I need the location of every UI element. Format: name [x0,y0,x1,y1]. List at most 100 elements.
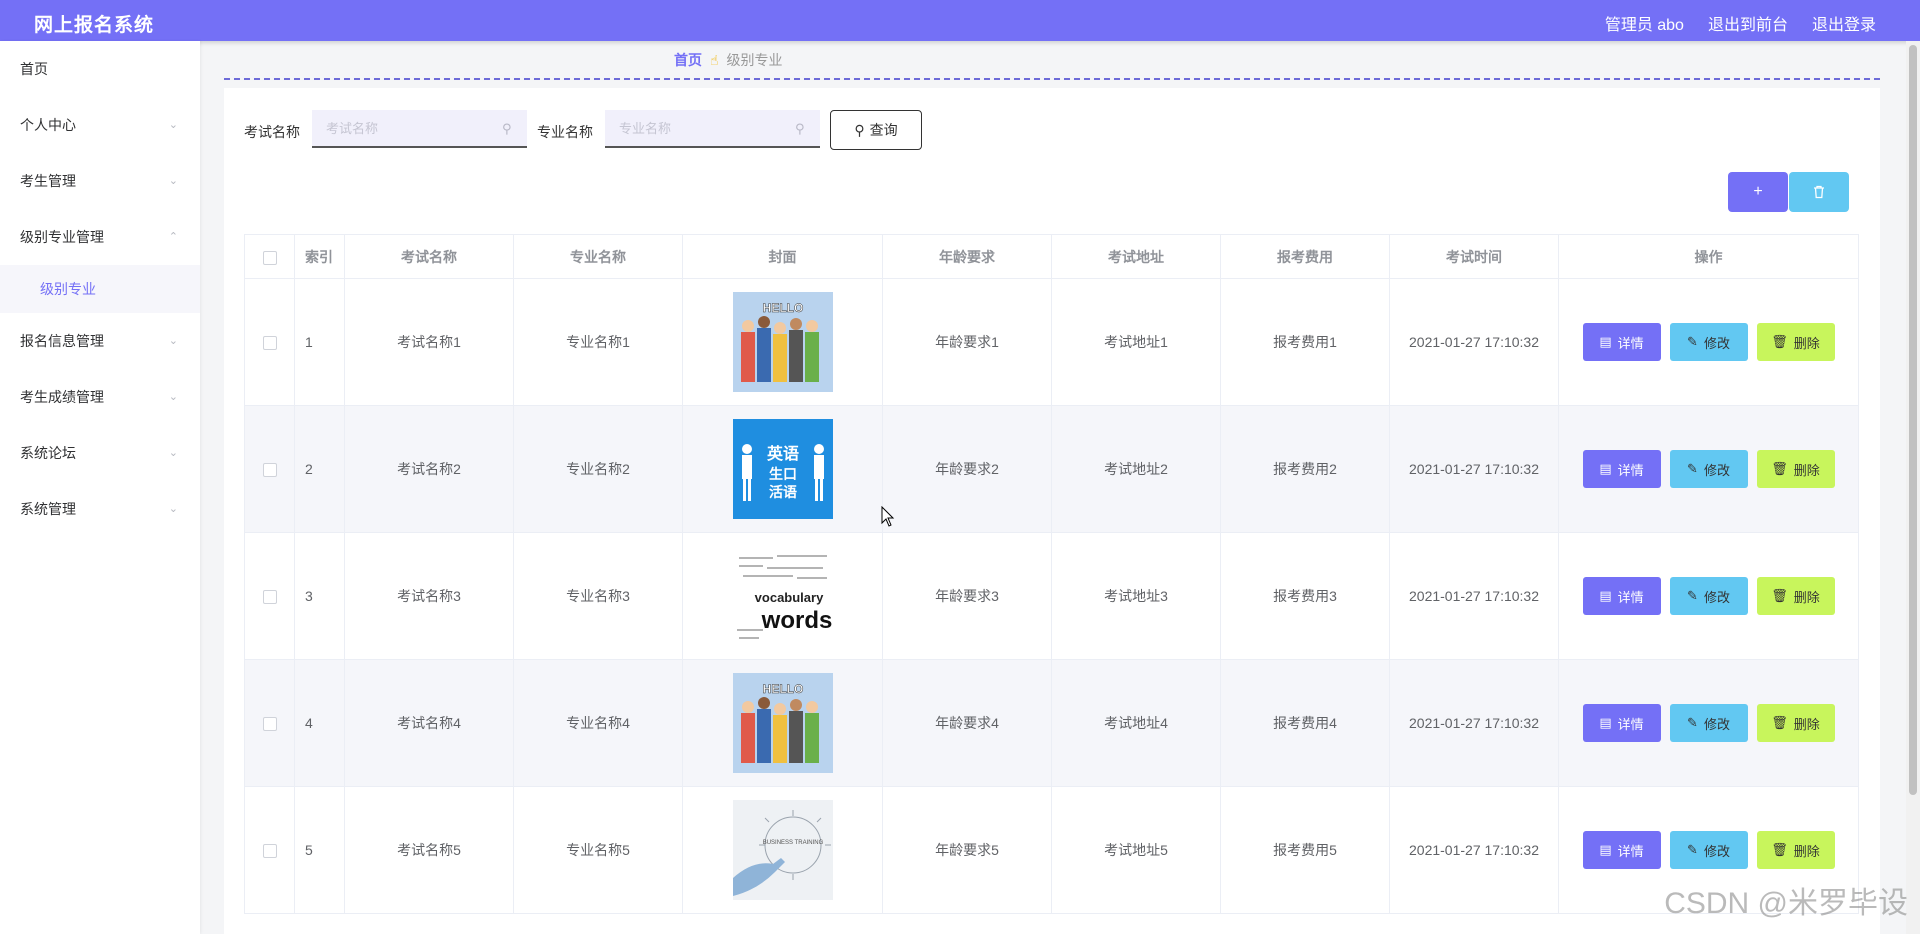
scrollbar-thumb[interactable] [1909,45,1917,795]
time-cell: 2021-01-27 17:10:32 [1389,786,1559,914]
breadcrumb-home[interactable]: 首页 [674,50,702,70]
query-button-label: 查询 [869,122,898,138]
delete-button[interactable]: 🗑 删除 [1756,577,1835,615]
table-row: 1 考试名称1 专业名称1 HELLO 年龄要求1 考试地址1 报考费用1 20… [244,278,1859,406]
index-cell: 5 [294,786,345,914]
logout-link[interactable]: 退出登录 [1812,11,1876,35]
admin-user-label[interactable]: 管理员 abo [1605,11,1684,35]
edit-icon: ✎ [1687,334,1698,349]
trash-icon: 🗑 [1771,334,1788,349]
row-select-cell [244,532,295,660]
sidebar-item-scores[interactable]: 考生成绩管理 ⌄ [0,369,200,425]
cover-image: HELLO [732,673,833,773]
exam-name-cell: 考试名称3 [344,532,514,660]
select-all-cell [244,234,295,279]
row-checkbox[interactable] [262,336,277,351]
business-training-icon: BUSINESS TRAINING [732,800,833,900]
row-checkbox[interactable] [262,844,277,859]
cover-text: BUSINESS TRAINING [762,840,823,846]
detail-button[interactable]: ▤ 详情 [1582,577,1661,615]
major-name-label: 专业名称 [537,124,593,140]
time-cell: 2021-01-27 17:10:32 [1389,278,1559,406]
chevron-down-icon: ⌄ [168,335,178,347]
delete-button[interactable]: 🗑 删除 [1756,831,1835,869]
exam-name-cell: 考试名称5 [344,786,514,914]
address-cell: 考试地址2 [1051,405,1221,533]
breadcrumb-current: 级别专业 [726,52,783,68]
detail-button[interactable]: ▤ 详情 [1582,831,1661,869]
divider [224,78,1880,80]
document-icon: ▤ [1599,334,1612,349]
mouse-cursor-icon [881,506,895,527]
sidebar-item-level-major[interactable]: 级别专业管理 ⌃ [0,209,200,265]
detail-button[interactable]: ▤ 详情 [1582,323,1661,361]
row-checkbox[interactable] [262,590,277,605]
chevron-down-icon: ⌄ [168,175,178,187]
document-icon: ▤ [1599,715,1612,730]
major-name-cell: 专业名称5 [513,786,683,914]
hello-people-icon: HELLO [732,292,833,392]
row-select-cell [244,659,295,787]
cover-cell: 英语 生口 活语 [682,405,883,533]
row-checkbox[interactable] [262,463,277,478]
age-cell: 年龄要求3 [882,532,1052,660]
delete-label: 删除 [1793,589,1820,605]
row-select-cell [244,405,295,533]
scrollbar[interactable] [1906,41,1920,934]
chevron-down-icon: ⌄ [168,119,178,131]
table-row: 2 考试名称2 专业名称2 英语 生口 活语 年龄要求2 考试地址2 报考费用2 [244,405,1859,533]
edit-button[interactable]: ✎ 修改 [1669,577,1748,615]
sidebar-item-registration[interactable]: 报名信息管理 ⌄ [0,313,200,369]
index-cell: 1 [294,278,345,406]
major-name-input[interactable] [605,110,820,148]
exam-name-input[interactable] [312,110,527,148]
edit-icon: ✎ [1687,588,1698,603]
sidebar-item-home[interactable]: 首页 [0,41,200,97]
data-table: 索引 考试名称 专业名称 封面 年龄要求 考试地址 报考费用 考试时间 操作 1… [244,234,1859,914]
column-header: 索引 [294,234,345,279]
cover-text: 英语 [765,444,798,463]
actions-cell: ▤ 详情 ✎ 修改 🗑 删除 [1558,532,1859,660]
chevron-down-icon: ⌄ [168,503,178,515]
delete-button[interactable]: 🗑 删除 [1756,704,1835,742]
vocabulary-words-icon: vocabulary words [732,546,833,646]
sidebar-item-candidates[interactable]: 考生管理 ⌄ [0,153,200,209]
index-cell: 4 [294,659,345,787]
sidebar-item-forum[interactable]: 系统论坛 ⌄ [0,425,200,481]
time-cell: 2021-01-27 17:10:32 [1389,405,1559,533]
edit-icon: ✎ [1687,715,1698,730]
cover-text: words [760,607,832,634]
sidebar-item-label: 考生管理 [20,173,76,189]
sidebar-item-personal-center[interactable]: 个人中心 ⌄ [0,97,200,153]
sidebar-subitem-level-major[interactable]: 级别专业 [0,265,200,313]
fee-cell: 报考费用3 [1220,532,1390,660]
row-checkbox[interactable] [262,717,277,732]
detail-button[interactable]: ▤ 详情 [1582,704,1661,742]
watermark: CSDN @米罗毕设 [1664,887,1908,920]
edit-label: 修改 [1703,843,1730,859]
column-header: 考试时间 [1389,234,1559,279]
table-header-row: 索引 考试名称 专业名称 封面 年龄要求 考试地址 报考费用 考试时间 操作 [244,234,1859,279]
edit-button[interactable]: ✎ 修改 [1669,323,1748,361]
hello-people-icon: HELLO [732,673,833,773]
detail-button[interactable]: ▤ 详情 [1582,450,1661,488]
query-button[interactable]: ⚲ 查询 [830,110,922,150]
trash-icon: 🗑 [1771,842,1788,857]
breadcrumb: 首页 ☝ 级别专业 [674,50,783,70]
time-cell: 2021-01-27 17:10:32 [1389,532,1559,660]
add-button[interactable]: + [1728,172,1788,212]
batch-delete-button[interactable] [1789,172,1849,212]
major-name-cell: 专业名称3 [513,532,683,660]
edit-button[interactable]: ✎ 修改 [1669,704,1748,742]
column-header: 封面 [682,234,883,279]
sidebar-item-system[interactable]: 系统管理 ⌄ [0,481,200,537]
edit-button[interactable]: ✎ 修改 [1669,831,1748,869]
exit-to-front-link[interactable]: 退出到前台 [1708,11,1788,35]
column-header: 年龄要求 [882,234,1052,279]
delete-button[interactable]: 🗑 删除 [1756,323,1835,361]
edit-button[interactable]: ✎ 修改 [1669,450,1748,488]
cover-text: 生口 [769,466,797,483]
select-all-checkbox[interactable] [262,250,277,265]
delete-button[interactable]: 🗑 删除 [1756,450,1835,488]
sidebar-item-label: 系统论坛 [20,445,76,461]
